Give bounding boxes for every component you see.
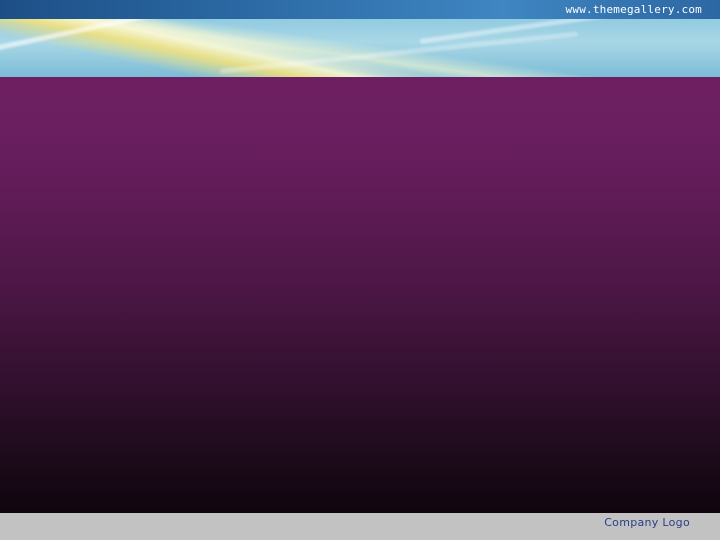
company-logo: Company Logo (604, 516, 690, 529)
top-strip: www.themegallery.com (0, 0, 720, 19)
slide-content-area (0, 77, 720, 513)
slide: www.themegallery.com Company Logo (0, 0, 720, 540)
website-url: www.themegallery.com (565, 3, 702, 16)
footer-bar: Company Logo (0, 513, 720, 540)
header-band (0, 19, 720, 77)
light-streak (219, 31, 579, 74)
light-streak (0, 19, 216, 54)
